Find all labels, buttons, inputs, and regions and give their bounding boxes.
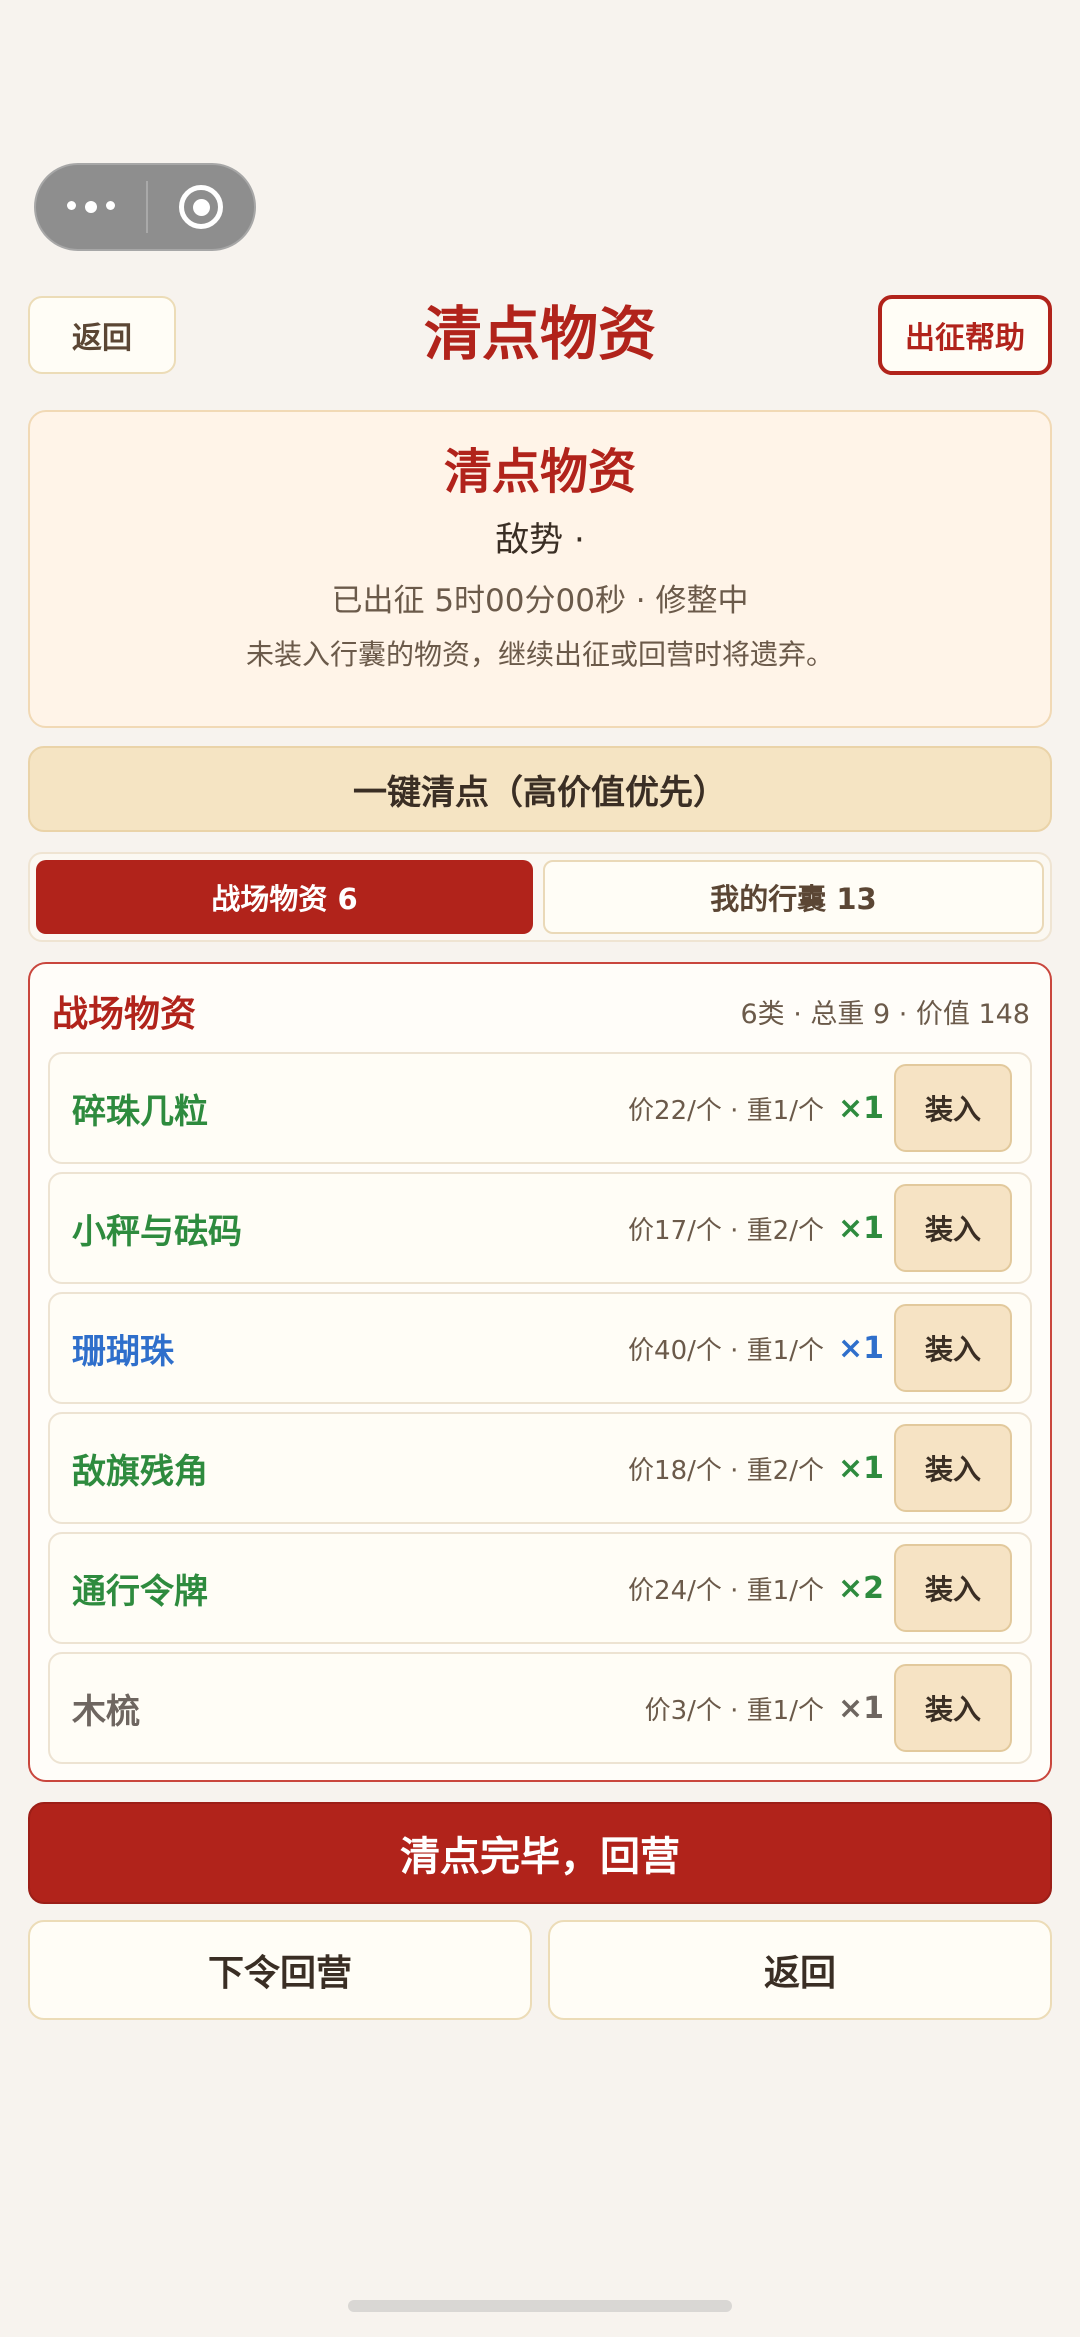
list-item: 木梳 价3/个 · 重1/个 ×1 装入 [48, 1652, 1032, 1764]
order-return-button[interactable]: 下令回营 [28, 1920, 532, 2020]
put-in-bag-button[interactable]: 装入 [894, 1544, 1012, 1632]
panel-summary: 6类 · 总重 9 · 价值 148 [740, 998, 1030, 1030]
home-indicator [348, 2300, 732, 2312]
put-in-bag-button[interactable]: 装入 [894, 1304, 1012, 1392]
help-button[interactable]: 出征帮助 [878, 295, 1052, 375]
list-item: 珊瑚珠 价40/个 · 重1/个 ×1 装入 [48, 1292, 1032, 1404]
item-meta: 价3/个 · 重1/个 ×1 [645, 1654, 884, 1762]
info-title: 清点物资 [443, 444, 636, 500]
item-meta: 价40/个 · 重1/个 ×1 [628, 1294, 884, 1402]
item-price-weight: 价22/个 · 重1/个 [628, 1095, 824, 1126]
tab-battlefield-supplies[interactable]: 战场物资 6 [36, 860, 533, 934]
list-item: 小秤与砝码 价17/个 · 重2/个 ×1 装入 [48, 1172, 1032, 1284]
tab-my-bag[interactable]: 我的行囊 13 [543, 860, 1044, 934]
more-icon[interactable] [36, 201, 146, 213]
footer-buttons: 下令回营 返回 [28, 1920, 1052, 2020]
item-quantity: ×1 [837, 1330, 884, 1366]
list-item: 碎珠几粒 价22/个 · 重1/个 ×1 装入 [48, 1052, 1032, 1164]
put-in-bag-button[interactable]: 装入 [894, 1664, 1012, 1752]
panel-header: 战场物资 6类 · 总重 9 · 价值 148 [52, 986, 1030, 1036]
item-meta: 价24/个 · 重1/个 ×2 [628, 1534, 884, 1642]
item-quantity: ×1 [837, 1210, 884, 1246]
list-item: 通行令牌 价24/个 · 重1/个 ×2 装入 [48, 1532, 1032, 1644]
discard-hint: 未装入行囊的物资，继续出征或回营时将遗弃。 [245, 638, 834, 671]
item-price-weight: 价24/个 · 重1/个 [628, 1575, 824, 1606]
back-bottom-button[interactable]: 返回 [548, 1920, 1052, 2020]
info-card: 清点物资 敌势 · 已出征 5时00分00秒 · 修整中 未装入行囊的物资，继续… [28, 410, 1052, 728]
item-price-weight: 价40/个 · 重1/个 [628, 1335, 824, 1366]
item-meta: 价18/个 · 重2/个 ×1 [628, 1414, 884, 1522]
expedition-status: 已出征 5时00分00秒 · 修整中 [331, 583, 749, 619]
item-meta: 价22/个 · 重1/个 ×1 [628, 1054, 884, 1162]
supplies-panel: 战场物资 6类 · 总重 9 · 价值 148 碎珠几粒 价22/个 · 重1/个… [28, 962, 1052, 1782]
miniapp-capsule [34, 163, 256, 251]
list-item: 敌旗残角 价18/个 · 重2/个 ×1 装入 [48, 1412, 1032, 1524]
close-miniapp-icon[interactable] [148, 185, 254, 229]
item-quantity: ×1 [837, 1450, 884, 1486]
item-name: 木梳 [72, 1691, 140, 1732]
item-meta: 价17/个 · 重2/个 ×1 [628, 1174, 884, 1282]
item-price-weight: 价3/个 · 重1/个 [644, 1695, 824, 1726]
panel-title: 战场物资 [52, 994, 197, 1035]
item-quantity: ×1 [837, 1690, 884, 1726]
enemy-status: 敌势 · [495, 520, 585, 560]
auto-collect-button[interactable]: 一键清点（高价值优先） [28, 746, 1052, 832]
put-in-bag-button[interactable]: 装入 [894, 1184, 1012, 1272]
item-name: 敌旗残角 [72, 1451, 208, 1492]
item-name: 小秤与砝码 [72, 1211, 242, 1252]
item-quantity: ×1 [837, 1090, 884, 1126]
put-in-bag-button[interactable]: 装入 [894, 1064, 1012, 1152]
item-name: 通行令牌 [72, 1571, 208, 1612]
item-quantity: ×2 [837, 1570, 884, 1606]
tab-bar: 战场物资 6 我的行囊 13 [28, 852, 1052, 942]
item-name: 珊瑚珠 [72, 1331, 174, 1372]
finish-and-return-button[interactable]: 清点完毕，回营 [28, 1802, 1052, 1904]
item-name: 碎珠几粒 [72, 1091, 208, 1132]
item-price-weight: 价17/个 · 重2/个 [628, 1215, 824, 1246]
item-price-weight: 价18/个 · 重2/个 [628, 1455, 824, 1486]
put-in-bag-button[interactable]: 装入 [894, 1424, 1012, 1512]
